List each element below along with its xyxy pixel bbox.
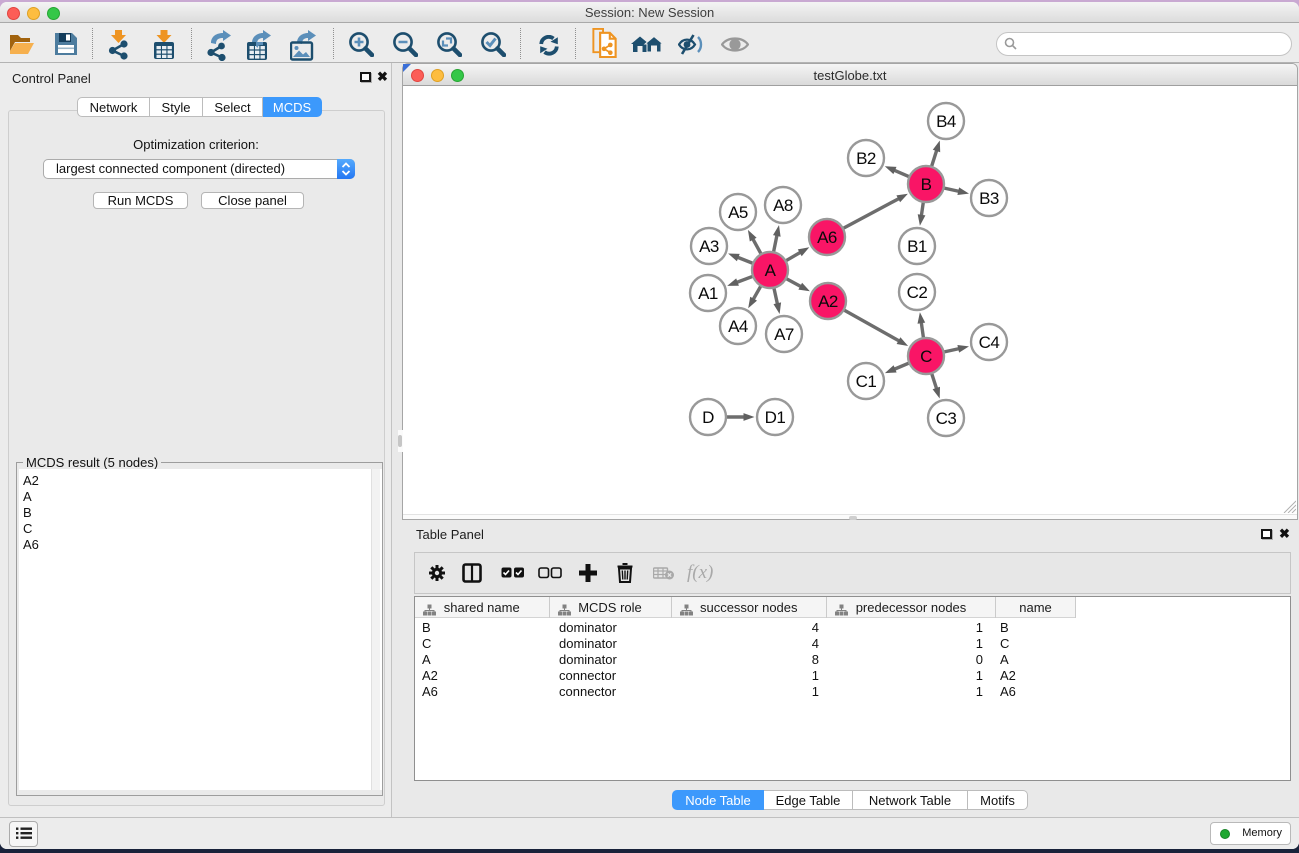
svg-text:A6: A6 [817,228,837,247]
svg-text:C2: C2 [907,283,928,302]
svg-text:A: A [765,261,777,280]
svg-text:C3: C3 [936,409,957,428]
svg-text:B1: B1 [907,237,927,256]
svg-text:C4: C4 [979,333,1000,352]
svg-text:D1: D1 [765,408,786,427]
svg-text:A5: A5 [728,203,748,222]
svg-text:A3: A3 [699,237,719,256]
svg-text:B4: B4 [936,112,956,131]
svg-text:D: D [702,408,714,427]
svg-text:A2: A2 [818,292,838,311]
svg-text:B: B [921,175,932,194]
svg-text:A8: A8 [773,196,793,215]
svg-text:A7: A7 [774,325,794,344]
svg-text:B3: B3 [979,189,999,208]
svg-text:C1: C1 [856,372,877,391]
svg-text:A4: A4 [728,317,748,336]
svg-text:B2: B2 [856,149,876,168]
svg-text:C: C [920,347,932,366]
svg-text:A1: A1 [698,284,718,303]
